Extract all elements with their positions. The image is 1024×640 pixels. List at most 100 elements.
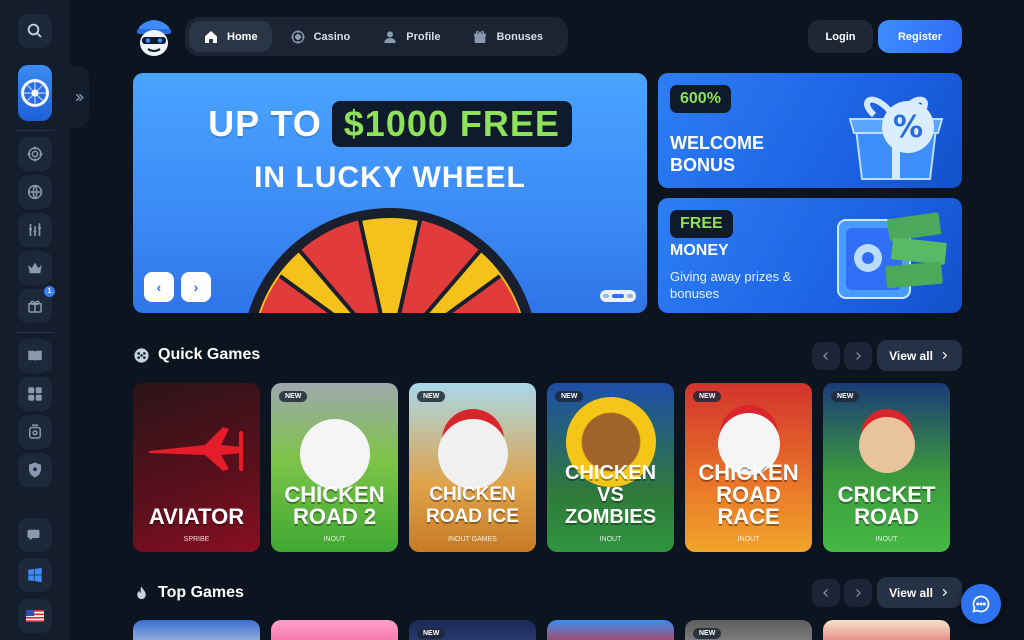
top-games-next-button[interactable] — [844, 579, 872, 607]
top-game-card[interactable]: NEW — [685, 620, 812, 640]
carousel-dot-active[interactable] — [612, 294, 624, 298]
live-chat-button[interactable] — [961, 584, 1001, 624]
top-game-card[interactable] — [271, 620, 398, 640]
gift-icon — [474, 30, 487, 43]
quick-games-row: AVIATOR SPRIBE NEW CHICKEN ROAD 2 INOUT … — [133, 383, 950, 552]
chevron-right-icon — [942, 588, 948, 597]
carousel-dot[interactable] — [627, 294, 633, 298]
money-safe-graphic — [837, 212, 947, 299]
game-provider: INOUT — [599, 536, 622, 543]
hero-subheadline: IN LUCKY WHEEL — [254, 161, 526, 194]
sidebar-divider — [16, 130, 54, 131]
casino-chip-icon — [27, 146, 43, 162]
user-icon — [384, 30, 396, 43]
promo-percent-pill: 600% — [670, 85, 731, 113]
game-title: AVIATOR — [148, 504, 245, 529]
top-game-card[interactable] — [133, 620, 260, 640]
hero-headline: UP TO $1000 FREE — [133, 101, 647, 147]
hero-prev-button[interactable]: ‹ — [144, 272, 174, 302]
promo-free-pill: FREE — [670, 210, 733, 238]
game-title: CHICKEN ROAD RACE — [698, 460, 799, 529]
main-nav: Home Casino Profile Bonuses — [185, 17, 568, 56]
sidebar-item-rules[interactable] — [18, 339, 52, 373]
nav-home-label: Home — [227, 30, 258, 43]
quick-games-prev-button[interactable] — [812, 342, 840, 370]
top-games-view-all[interactable]: View all — [877, 577, 962, 608]
casino-chip-icon — [290, 29, 305, 44]
chicken-graphic — [299, 419, 370, 489]
search-button[interactable] — [18, 14, 52, 48]
nav-casino-label: Casino — [313, 30, 351, 43]
santa-chicken-graphic — [437, 419, 508, 489]
home-icon — [205, 30, 217, 43]
sidebar-item-security[interactable] — [18, 453, 52, 487]
game-title: CRICKET ROAD — [837, 482, 936, 529]
chevron-left-icon — [823, 352, 828, 360]
search-icon — [27, 23, 42, 38]
sidebar-item-casino[interactable] — [18, 137, 52, 171]
sidebar-item-sports[interactable] — [18, 213, 52, 247]
hero-next-button[interactable]: › — [181, 272, 211, 302]
lucky-wheel-graphic — [248, 208, 532, 313]
sidebar-item-windows-app[interactable] — [18, 558, 52, 592]
nav-bonuses[interactable]: Bonuses — [458, 21, 556, 52]
top-games-title: Top Games — [158, 584, 244, 601]
view-all-label: View all — [889, 348, 933, 363]
game-card-chicken-road-ice[interactable]: NEW CHICKEN ROAD ICE INOUT GAMES — [409, 383, 536, 552]
carousel-dot[interactable] — [603, 294, 609, 298]
sidebar-item-support[interactable] — [18, 518, 52, 552]
quick-games-view-all[interactable]: View all — [877, 340, 962, 371]
game-card-chicken-road-race[interactable]: NEW CHICKEN ROAD RACE INOUT — [685, 383, 812, 552]
lucky-wheel-button[interactable] — [18, 65, 52, 121]
dice-icon — [134, 347, 149, 363]
globe-icon — [27, 184, 43, 200]
nav-bonuses-label: Bonuses — [496, 30, 543, 43]
new-badge: NEW — [831, 391, 860, 402]
chevron-left-icon — [823, 589, 828, 597]
sidebar-item-lottery[interactable] — [18, 415, 52, 449]
sidebar-item-gifts[interactable]: 1 — [18, 286, 55, 323]
game-card-chicken-vs-zombies[interactable]: NEW CHICKEN VS ZOMBIES INOUT — [547, 383, 674, 552]
airplane-graphic — [149, 427, 243, 471]
sidebar-item-games[interactable] — [18, 377, 52, 411]
sidebar-item-vip[interactable] — [18, 251, 52, 285]
hero-banner[interactable]: UP TO $1000 FREE IN LUCKY WHEEL ‹ › — [133, 73, 647, 313]
gift-count-badge: 1 — [44, 286, 55, 297]
mascot-logo-icon — [137, 20, 171, 56]
new-badge: NEW — [417, 628, 446, 639]
new-badge: NEW — [693, 391, 722, 402]
top-game-card[interactable] — [547, 620, 674, 640]
game-provider: INOUT GAMES — [448, 536, 497, 543]
game-provider: INOUT — [875, 536, 898, 543]
chat-bubble-icon — [972, 595, 990, 613]
promo-title-line2: BONUS — [670, 155, 736, 175]
cricket-player-graphic — [858, 417, 915, 473]
game-title: CHICKEN ROAD ICE — [426, 484, 519, 527]
game-card-cricket-road[interactable]: NEW CRICKET ROAD INOUT — [823, 383, 950, 552]
sidebar-expand-button[interactable] — [70, 66, 89, 128]
sidebar-item-live[interactable] — [18, 175, 52, 209]
game-card-aviator[interactable]: AVIATOR SPRIBE — [133, 383, 260, 552]
login-button[interactable]: Login — [808, 20, 873, 53]
quick-games-next-button[interactable] — [844, 342, 872, 370]
nav-casino[interactable]: Casino — [276, 21, 365, 52]
register-button[interactable]: Register — [878, 20, 962, 53]
game-card-chicken-road-2[interactable]: NEW CHICKEN ROAD 2 INOUT — [271, 383, 398, 552]
logo[interactable] — [134, 15, 174, 57]
carousel-dots[interactable] — [600, 290, 636, 302]
top-games-prev-button[interactable] — [812, 579, 840, 607]
promo-title-line1: WELCOME — [670, 133, 764, 153]
nav-profile[interactable]: Profile — [368, 21, 454, 52]
promo-welcome-bonus[interactable]: % 600% WELCOME BONUS — [658, 73, 962, 188]
top-game-card[interactable] — [823, 620, 950, 640]
promo-free-money[interactable]: FREE MONEY Giving away prizes & bonuses — [658, 198, 962, 313]
top-games-row: NEW NEW — [133, 620, 950, 640]
top-game-card[interactable]: NEW — [409, 620, 536, 640]
view-all-label: View all — [889, 585, 933, 600]
language-selector[interactable] — [18, 599, 52, 633]
game-title: CHICKEN ROAD 2 — [284, 482, 385, 529]
nav-home[interactable]: Home — [189, 21, 272, 52]
shield-icon — [29, 462, 41, 478]
gift-icon — [28, 300, 42, 313]
gift-box-percent-graphic: % — [848, 96, 944, 180]
